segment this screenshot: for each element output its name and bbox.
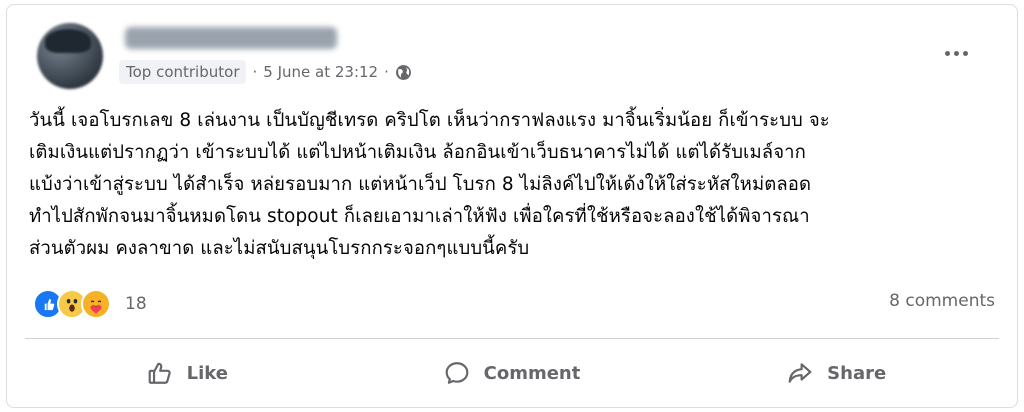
care-reaction-icon	[81, 289, 111, 319]
comment-bubble-icon	[445, 362, 469, 384]
more-options-icon[interactable]	[939, 43, 973, 63]
like-label: Like	[186, 362, 228, 384]
top-contributor-badge[interactable]: Top contributor	[119, 60, 247, 84]
author-name-redacted[interactable]	[125, 27, 337, 49]
thumbs-up-icon	[148, 362, 171, 384]
post-body-text: วันนี้ เจอโบรกเลข 8 เล่นงาน เป็นบัญชีเทร…	[29, 110, 830, 259]
comment-label: Comment	[483, 362, 581, 384]
meta-separator: ·	[252, 63, 258, 81]
reaction-count: 18	[125, 294, 147, 314]
post-timestamp[interactable]: 5 June at 23:12	[263, 63, 378, 81]
actions-divider	[25, 338, 999, 339]
like-button[interactable]: Like	[25, 343, 350, 403]
comment-button[interactable]: Comment	[350, 343, 675, 403]
post-card: Top contributor · 5 June at 23:12 · วันน…	[6, 4, 1018, 408]
comments-count-link[interactable]: 8 comments	[889, 291, 995, 311]
share-arrow-icon	[788, 363, 812, 383]
globe-icon[interactable]	[395, 64, 412, 81]
share-button[interactable]: Share	[674, 343, 999, 403]
meta-separator: ·	[384, 63, 389, 81]
post-meta: Top contributor · 5 June at 23:12 ·	[119, 59, 412, 85]
share-label: Share	[827, 362, 887, 384]
reactions-summary[interactable]: 18	[33, 289, 147, 319]
post-actions-bar: Like Comment Share	[25, 343, 999, 403]
author-avatar[interactable]	[37, 23, 103, 89]
